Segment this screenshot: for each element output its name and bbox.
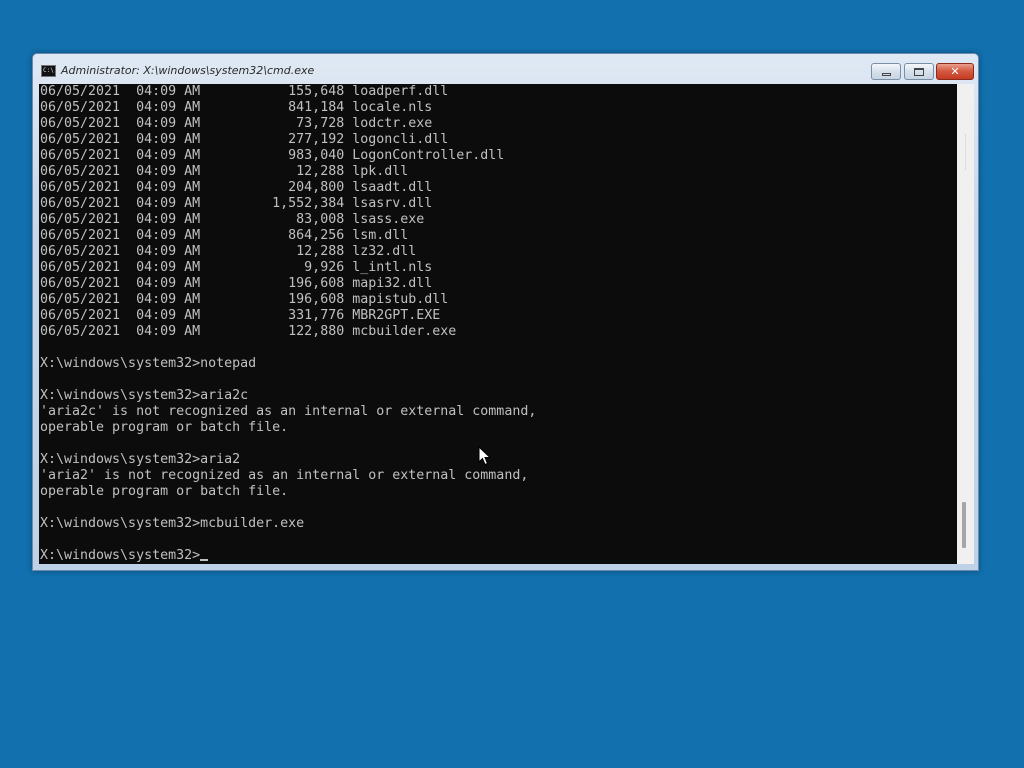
close-icon: ✕: [950, 65, 960, 78]
scroll-track: [965, 134, 966, 170]
text-cursor: [200, 559, 209, 561]
console-line: 06/05/2021 04:09 AM 122,880 mcbuilder.ex…: [40, 324, 457, 339]
console-line: operable program or batch file.: [40, 420, 289, 435]
command-prompt[interactable]: X:\windows\system32>: [40, 548, 536, 564]
console-line: 06/05/2021 04:09 AM 196,608 mapistub.dll: [40, 292, 449, 307]
console-line: 06/05/2021 04:09 AM 204,800 lsaadt.dll: [40, 180, 433, 195]
console-text: 06/05/2021 04:09 AM 155,648 loadperf.dll…: [40, 84, 536, 564]
console-line: X:\windows\system32>aria2: [40, 452, 241, 467]
console-line: 06/05/2021 04:09 AM 331,776 MBR2GPT.EXE: [40, 308, 441, 323]
console-line: 06/05/2021 04:09 AM 277,192 logoncli.dll: [40, 132, 449, 147]
console-line: 06/05/2021 04:09 AM 9,926 l_intl.nls: [40, 260, 433, 275]
close-button[interactable]: ✕: [936, 63, 974, 80]
console-line: 06/05/2021 04:09 AM 155,648 loadperf.dll: [40, 84, 449, 99]
mouse-pointer-icon: [478, 446, 492, 466]
console-line: 06/05/2021 04:09 AM 841,184 locale.nls: [40, 100, 433, 115]
cmd-icon[interactable]: C:\: [41, 65, 56, 77]
cmd-window[interactable]: C:\ Administrator: X:\windows\system32\c…: [32, 53, 979, 571]
console-line: 06/05/2021 04:09 AM 12,288 lz32.dll: [40, 244, 417, 259]
console-line: 06/05/2021 04:09 AM 12,288 lpk.dll: [40, 164, 409, 179]
console-line: 06/05/2021 04:09 AM 1,552,384 lsasrv.dll: [40, 196, 433, 211]
console-line: 06/05/2021 04:09 AM 196,608 mapi32.dll: [40, 276, 433, 291]
scroll-thumb[interactable]: [962, 502, 966, 548]
console-line: X:\windows\system32>aria2c: [40, 388, 249, 403]
minimize-button[interactable]: [871, 63, 901, 80]
console-line: X:\windows\system32>notepad: [40, 356, 257, 371]
console-line: 06/05/2021 04:09 AM 983,040 LogonControl…: [40, 148, 505, 163]
maximize-button[interactable]: [904, 63, 934, 80]
title-bar[interactable]: C:\ Administrator: X:\windows\system32\c…: [33, 54, 978, 84]
maximize-icon: [914, 67, 924, 76]
console-line: 'aria2' is not recognized as an internal…: [40, 468, 529, 483]
prompt-text: X:\windows\system32>: [40, 548, 201, 563]
window-title: Administrator: X:\windows\system32\cmd.e…: [61, 64, 315, 77]
console-line: X:\windows\system32>mcbuilder.exe: [40, 516, 305, 531]
minimize-icon: [881, 73, 891, 76]
vertical-scrollbar[interactable]: [957, 84, 974, 564]
console-output[interactable]: 06/05/2021 04:09 AM 155,648 loadperf.dll…: [39, 84, 957, 564]
console-line: operable program or batch file.: [40, 484, 289, 499]
console-line: 06/05/2021 04:09 AM 864,256 lsm.dll: [40, 228, 409, 243]
console-line: 06/05/2021 04:09 AM 83,008 lsass.exe: [40, 212, 425, 227]
console-line: 'aria2c' is not recognized as an interna…: [40, 404, 537, 419]
console-line: 06/05/2021 04:09 AM 73,728 lodctr.exe: [40, 116, 433, 131]
